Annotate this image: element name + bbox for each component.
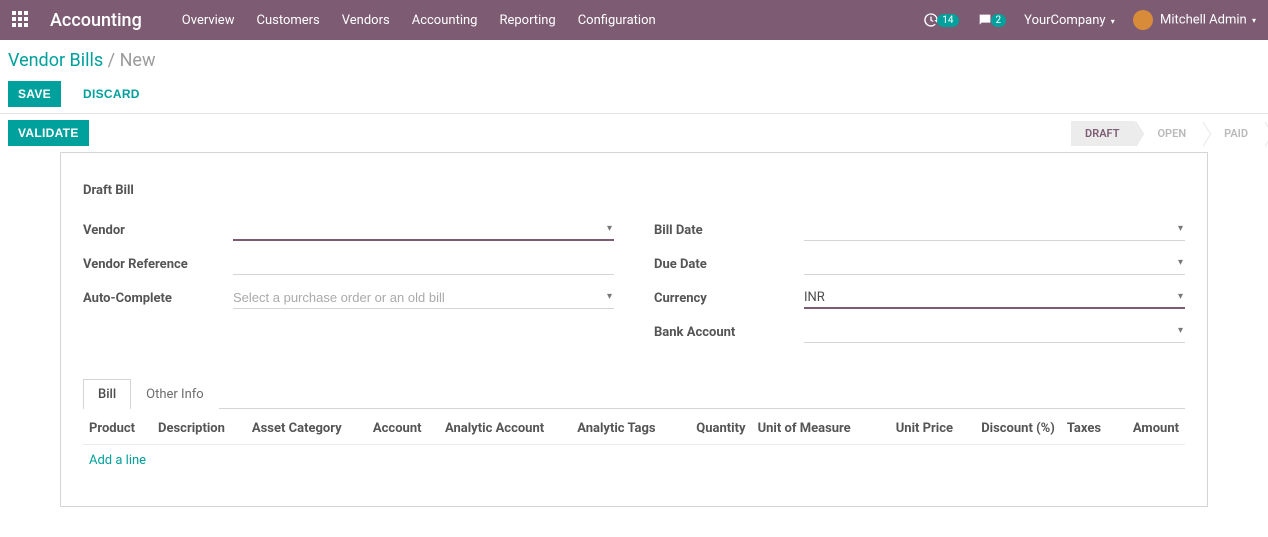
form-sheet: Draft Bill Vendor ▾ Vendor Reference	[60, 152, 1208, 507]
breadcrumb-current: New	[120, 50, 156, 71]
add-line-link[interactable]: Add a line	[89, 453, 146, 468]
tab-bill[interactable]: Bill	[83, 379, 131, 409]
avatar	[1133, 10, 1153, 30]
sheet-title: Draft Bill	[77, 177, 1191, 218]
th-taxes[interactable]: Taxes	[1061, 413, 1116, 445]
th-account[interactable]: Account	[367, 413, 439, 445]
user-name: Mitchell Admin	[1160, 12, 1247, 27]
label-bill-date: Bill Date	[654, 223, 804, 238]
label-due-date: Due Date	[654, 257, 804, 272]
top-navbar: Accounting Overview Customers Vendors Ac…	[0, 0, 1268, 40]
bill-date-field[interactable]	[804, 222, 1185, 237]
row-vendor: Vendor ▾	[83, 218, 614, 242]
nav-reporting[interactable]: Reporting	[499, 13, 555, 28]
chevron-down-icon: ▾	[1252, 16, 1256, 25]
validate-button[interactable]: VALIDATE	[8, 120, 89, 146]
nav-vendors[interactable]: Vendors	[342, 13, 390, 28]
activity-count: 14	[937, 14, 958, 27]
form-grid: Vendor ▾ Vendor Reference Auto-Complete	[77, 218, 1191, 354]
vendor-ref-field-wrap[interactable]	[233, 253, 614, 275]
bill-date-field-wrap[interactable]: ▾	[804, 219, 1185, 241]
statusbar-row: VALIDATE DRAFT OPEN PAID	[0, 113, 1268, 152]
user-menu[interactable]: Mitchell Admin ▾	[1133, 10, 1256, 30]
bank-account-field[interactable]	[804, 324, 1185, 339]
autocomplete-field-wrap[interactable]: ▾	[233, 287, 614, 309]
th-analytic-tags[interactable]: Analytic Tags	[571, 413, 679, 445]
row-vendor-ref: Vendor Reference	[83, 252, 614, 276]
status-draft[interactable]: DRAFT	[1071, 121, 1135, 146]
th-unit-price[interactable]: Unit Price	[877, 413, 959, 445]
tab-header: Bill Other Info	[83, 378, 1185, 409]
th-uom[interactable]: Unit of Measure	[752, 413, 877, 445]
vendor-ref-field[interactable]	[233, 256, 614, 271]
breadcrumb-back[interactable]: Vendor Bills	[8, 50, 103, 71]
th-product[interactable]: Product	[83, 413, 152, 445]
row-bill-date: Bill Date ▾	[654, 218, 1185, 242]
autocomplete-field[interactable]	[233, 290, 614, 305]
vendor-field-wrap[interactable]: ▾	[233, 219, 614, 241]
nav-configuration[interactable]: Configuration	[578, 13, 656, 28]
breadcrumb: Vendor Bills / New	[8, 50, 1260, 71]
label-currency: Currency	[654, 291, 804, 306]
breadcrumb-sep: /	[108, 50, 115, 71]
company-name: YourCompany	[1024, 13, 1105, 28]
tabs: Bill Other Info Product Description Asse…	[77, 378, 1191, 476]
nav-links: Overview Customers Vendors Accounting Re…	[182, 13, 924, 28]
label-bank-account: Bank Account	[654, 325, 804, 340]
status-paid[interactable]: PAID	[1202, 121, 1264, 146]
th-analytic-account[interactable]: Analytic Account	[439, 413, 571, 445]
table-row-add: Add a line	[83, 445, 1185, 477]
th-amount[interactable]: Amount	[1116, 413, 1185, 445]
nav-overview[interactable]: Overview	[182, 13, 235, 28]
label-vendor: Vendor	[83, 223, 233, 238]
company-switcher[interactable]: YourCompany ▾	[1024, 13, 1115, 28]
label-autocomplete: Auto-Complete	[83, 291, 233, 306]
lines-table: Product Description Asset Category Accou…	[83, 413, 1185, 476]
sheet-wrap: Draft Bill Vendor ▾ Vendor Reference	[0, 152, 1268, 537]
th-asset-category[interactable]: Asset Category	[246, 413, 367, 445]
due-date-field-wrap[interactable]: ▾	[804, 253, 1185, 275]
activity-icon[interactable]: 14	[923, 12, 958, 28]
due-date-field[interactable]	[804, 256, 1185, 271]
messages-count: 2	[991, 14, 1007, 27]
row-bank-account: Bank Account ▾	[654, 320, 1185, 344]
chevron-down-icon: ▾	[1111, 17, 1115, 26]
subheader: Vendor Bills / New SAVE DISCARD	[0, 40, 1268, 113]
save-button[interactable]: SAVE	[8, 81, 61, 107]
th-discount[interactable]: Discount (%)	[959, 413, 1061, 445]
th-quantity[interactable]: Quantity	[679, 413, 752, 445]
messages-icon[interactable]: 2	[977, 12, 1007, 28]
chevron-down-icon: ▾	[1178, 291, 1183, 302]
tab-other-info[interactable]: Other Info	[131, 379, 219, 409]
row-due-date: Due Date ▾	[654, 252, 1185, 276]
bank-account-field-wrap[interactable]: ▾	[804, 321, 1185, 343]
nav-right: 14 2 YourCompany ▾ Mitchell Admin ▾	[923, 10, 1256, 30]
th-description[interactable]: Description	[152, 413, 246, 445]
status-arrows: DRAFT OPEN PAID	[1071, 121, 1264, 146]
currency-value: INR	[804, 290, 825, 305]
app-brand[interactable]: Accounting	[50, 10, 142, 31]
nav-customers[interactable]: Customers	[256, 13, 319, 28]
status-open[interactable]: OPEN	[1135, 121, 1202, 146]
form-col-right: Bill Date ▾ Due Date ▾ Currency	[654, 218, 1185, 354]
label-vendor-ref: Vendor Reference	[83, 257, 233, 272]
discard-button[interactable]: DISCARD	[73, 81, 150, 107]
row-currency: Currency INR ▾	[654, 286, 1185, 310]
nav-accounting[interactable]: Accounting	[412, 13, 478, 28]
row-autocomplete: Auto-Complete ▾	[83, 286, 614, 310]
apps-icon[interactable]	[12, 11, 30, 29]
currency-field-wrap[interactable]: INR ▾	[804, 287, 1185, 309]
action-buttons: SAVE DISCARD	[8, 81, 1260, 107]
form-col-left: Vendor ▾ Vendor Reference Auto-Complete	[83, 218, 614, 354]
vendor-field[interactable]	[233, 222, 614, 237]
